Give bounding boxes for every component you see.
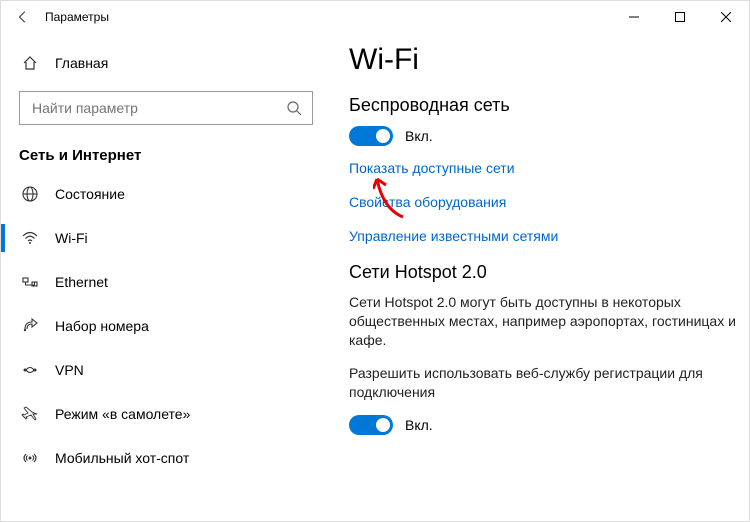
- wifi-icon: [21, 229, 39, 247]
- sidebar-home-label: Главная: [55, 55, 108, 71]
- sidebar-item-airplane[interactable]: Режим «в самолете»: [1, 392, 331, 436]
- home-icon: [21, 55, 39, 71]
- sidebar-item-status[interactable]: Состояние: [1, 172, 331, 216]
- hotspot-description: Сети Hotspot 2.0 могут быть доступны в н…: [349, 293, 739, 350]
- hotspot-icon: [21, 449, 39, 467]
- sidebar-item-hotspot[interactable]: Мобильный хот-спот: [1, 436, 331, 480]
- back-button[interactable]: [9, 1, 37, 33]
- sidebar-item-label: Wi-Fi: [55, 230, 88, 246]
- sidebar-item-wifi[interactable]: Wi-Fi: [1, 216, 331, 260]
- sidebar-item-label: VPN: [55, 362, 84, 378]
- sidebar-item-label: Ethernet: [55, 274, 108, 290]
- wireless-section-title: Беспроводная сеть: [349, 95, 739, 116]
- sidebar-item-dialup[interactable]: Набор номера: [1, 304, 331, 348]
- hotspot-section-title: Сети Hotspot 2.0: [349, 262, 739, 283]
- sidebar-item-label: Режим «в самолете»: [55, 406, 190, 422]
- airplane-icon: [21, 405, 39, 423]
- dialup-icon: [21, 317, 39, 335]
- wifi-toggle-label: Вкл.: [405, 128, 433, 144]
- window-title: Параметры: [45, 10, 109, 24]
- sidebar-item-label: Набор номера: [55, 318, 149, 334]
- search-box[interactable]: [19, 91, 313, 125]
- page-title: Wi-Fi: [349, 43, 739, 77]
- sidebar: Главная Сеть и Интернет Состояние: [1, 33, 331, 521]
- link-known-networks[interactable]: Управление известными сетями: [349, 228, 739, 244]
- link-show-available[interactable]: Показать доступные сети: [349, 160, 739, 176]
- minimize-button[interactable]: [611, 1, 657, 33]
- wifi-toggle[interactable]: [349, 126, 393, 146]
- sidebar-home[interactable]: Главная: [1, 43, 331, 83]
- hotspot-toggle-label: Вкл.: [405, 417, 433, 433]
- close-button[interactable]: [703, 1, 749, 33]
- vpn-icon: [21, 361, 39, 379]
- link-hardware-props[interactable]: Свойства оборудования: [349, 194, 739, 210]
- search-input[interactable]: [30, 99, 286, 117]
- hotspot-toggle[interactable]: [349, 415, 393, 435]
- search-icon: [286, 100, 302, 116]
- globe-icon: [21, 185, 39, 203]
- sidebar-item-label: Мобильный хот-спот: [55, 450, 189, 466]
- sidebar-item-label: Состояние: [55, 186, 125, 202]
- maximize-button[interactable]: [657, 1, 703, 33]
- sidebar-section-title: Сеть и Интернет: [1, 127, 331, 172]
- hotspot-allow-text: Разрешить использовать веб-службу регист…: [349, 364, 739, 402]
- sidebar-item-ethernet[interactable]: Ethernet: [1, 260, 331, 304]
- ethernet-icon: [21, 273, 39, 291]
- sidebar-item-vpn[interactable]: VPN: [1, 348, 331, 392]
- content-area: Wi-Fi Беспроводная сеть Вкл. Показать до…: [331, 33, 749, 521]
